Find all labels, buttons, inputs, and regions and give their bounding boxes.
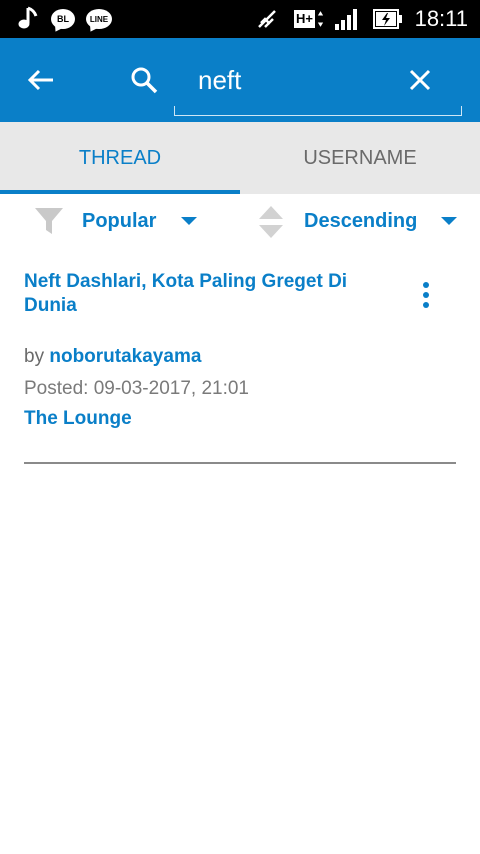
- signal-icon: [332, 0, 362, 38]
- by-prefix: by: [24, 346, 45, 367]
- sort-by-dropdown[interactable]: Popular: [82, 206, 156, 236]
- divider: [24, 462, 456, 464]
- close-icon: [409, 69, 431, 91]
- forum-link[interactable]: The Lounge: [24, 408, 132, 430]
- bbm-notification-icon: BL: [50, 0, 76, 38]
- chevron-down-icon[interactable]: [440, 216, 458, 226]
- author-link[interactable]: noborutakayama: [49, 346, 201, 367]
- search-input-underline: [174, 106, 462, 116]
- network-type-icon: H+: [294, 0, 324, 38]
- search-tabs: THREAD USERNAME: [0, 122, 480, 194]
- music-note-icon: [14, 0, 40, 38]
- tab-username[interactable]: USERNAME: [240, 122, 480, 194]
- search-icon: [124, 60, 164, 100]
- status-bar: BL LINE H+ 18:11: [0, 0, 480, 38]
- chevron-down-icon[interactable]: [180, 216, 198, 226]
- more-vert-icon-dot: [423, 292, 429, 298]
- sort-order-icon: [259, 206, 283, 238]
- search-app-bar: [0, 38, 480, 122]
- clear-search-button[interactable]: [398, 60, 442, 100]
- filter-icon: [35, 208, 63, 234]
- filter-row: Popular Descending: [0, 194, 480, 250]
- more-vert-icon-dot: [423, 302, 429, 308]
- vibrate-off-icon: [254, 0, 280, 38]
- status-clock: 18:11: [414, 6, 468, 31]
- search-input[interactable]: [174, 58, 394, 102]
- thread-result-item[interactable]: Neft Dashlari, Kota Paling Greget Di Dun…: [0, 262, 480, 466]
- network-type-label: H+: [294, 10, 315, 28]
- bbm-label: BL: [51, 9, 75, 29]
- line-label: LINE: [86, 9, 112, 29]
- sort-order-dropdown[interactable]: Descending: [304, 206, 417, 236]
- line-notification-icon: LINE: [85, 0, 113, 38]
- more-vert-icon: [423, 282, 429, 288]
- back-button[interactable]: [18, 60, 64, 100]
- more-options-button[interactable]: [410, 274, 442, 316]
- author-line: by noborutakayama: [24, 346, 201, 368]
- battery-charging-icon: [372, 0, 404, 38]
- thread-title[interactable]: Neft Dashlari, Kota Paling Greget Di Dun…: [24, 270, 396, 318]
- arrow-back-icon: [27, 69, 53, 91]
- posted-date: Posted: 09-03-2017, 21:01: [24, 378, 250, 399]
- tab-thread[interactable]: THREAD: [0, 122, 240, 194]
